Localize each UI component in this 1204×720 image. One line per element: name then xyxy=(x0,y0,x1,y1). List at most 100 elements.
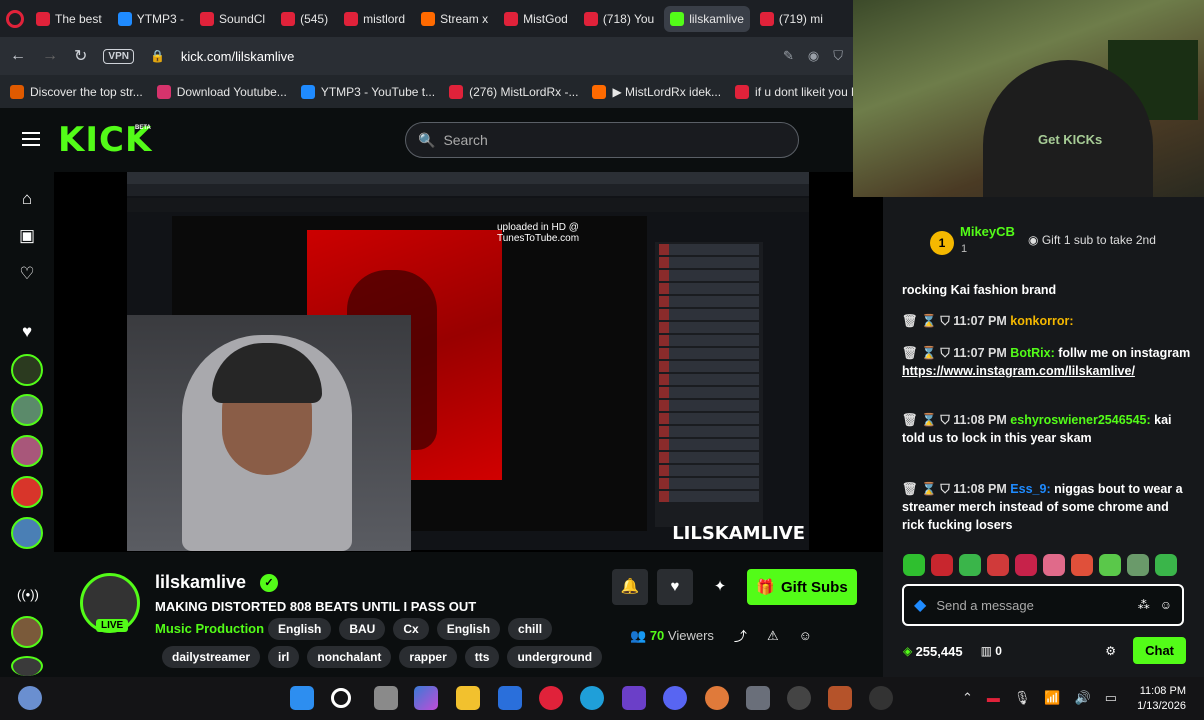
chevron-up-icon[interactable]: ⌃ xyxy=(962,690,973,706)
discord-icon[interactable] xyxy=(663,686,687,710)
tag-chip[interactable]: irl xyxy=(268,646,300,668)
tag-chip[interactable]: dailystreamer xyxy=(162,646,261,668)
followed-channel-avatar[interactable] xyxy=(11,517,43,549)
tag-chip[interactable]: Cx xyxy=(393,618,429,640)
followed-channel-avatar[interactable] xyxy=(11,476,43,508)
media-player-icon[interactable] xyxy=(869,686,893,710)
profile-icon[interactable]: ☺ xyxy=(799,628,812,643)
ban-icon[interactable]: ⛉ xyxy=(940,482,949,496)
browser-tab[interactable]: MistGod xyxy=(498,6,574,32)
notification-bell-button[interactable]: 🔔 xyxy=(612,569,648,605)
opera-logo-icon[interactable] xyxy=(6,9,24,28)
message-username[interactable]: BotRix: xyxy=(1010,346,1054,360)
gift-subs-button[interactable]: 🎁 Gift Subs xyxy=(747,569,857,605)
browser-tab[interactable]: Stream x xyxy=(415,6,494,32)
tray-app-icon[interactable]: ▬ xyxy=(987,690,1000,706)
back-icon[interactable]: ← xyxy=(10,47,26,65)
browser-tab[interactable]: (719) mi xyxy=(754,6,829,32)
live-broadcast-icon[interactable]: ((•)) xyxy=(17,585,39,605)
bookmark-item[interactable]: Discover the top str... xyxy=(10,84,143,99)
reload-icon[interactable]: ↻ xyxy=(74,46,87,66)
edit-icon[interactable]: ✎ xyxy=(783,48,794,64)
edge-icon[interactable] xyxy=(580,686,604,710)
timeout-icon[interactable]: ⌛ xyxy=(921,413,937,427)
emote-icon[interactable] xyxy=(987,554,1009,576)
emote-icon[interactable] xyxy=(1015,554,1037,576)
start-icon[interactable] xyxy=(290,686,314,710)
message-username[interactable]: Ess_9: xyxy=(1010,482,1050,496)
tag-chip[interactable]: chill xyxy=(508,618,553,640)
emote-icon[interactable] xyxy=(1071,554,1093,576)
bookmark-item[interactable]: YTMP3 - YouTube t... xyxy=(300,84,435,99)
search-taskbar-icon[interactable] xyxy=(331,688,351,708)
tag-chip[interactable]: BAU xyxy=(339,618,386,640)
bookmark-item[interactable]: if u dont likeit you b... xyxy=(735,84,868,99)
kick-emote-icon[interactable]: ⁂ xyxy=(1138,598,1150,612)
browser-tab[interactable]: (718) You xyxy=(578,6,660,32)
speaker-icon[interactable]: 🔊 xyxy=(1075,690,1091,706)
browser-tab[interactable]: YTMP3 - xyxy=(112,6,190,32)
file-explorer-icon[interactable] xyxy=(456,686,480,710)
following-heart-icon[interactable]: ♡ xyxy=(17,264,37,284)
video-player[interactable]: uploaded in HD @ TunesToTube.com LILSKAM… xyxy=(54,172,883,552)
chat-input[interactable]: ◆ ⁂ ☺ xyxy=(902,584,1184,626)
gifter-name[interactable]: MikeyCB xyxy=(960,224,1015,239)
drops-count[interactable]: 0 xyxy=(995,644,1002,658)
recommended-channel-avatar[interactable] xyxy=(11,616,43,648)
chat-send-button[interactable]: Chat xyxy=(1133,637,1186,664)
emoji-icon[interactable]: ☺ xyxy=(1160,598,1172,612)
follow-heart-button[interactable]: ♥ xyxy=(657,569,693,605)
delete-icon[interactable]: 🗑 xyxy=(902,314,918,328)
followed-channel-avatar[interactable] xyxy=(11,394,43,426)
battery-icon[interactable]: ▭ xyxy=(1105,690,1117,706)
forward-icon[interactable]: → xyxy=(42,47,58,65)
clock[interactable]: 11:08 PM 1/13/2026 xyxy=(1137,684,1186,714)
app-icon[interactable] xyxy=(828,686,852,710)
delete-icon[interactable]: 🗑 xyxy=(902,413,918,427)
microphone-icon[interactable]: 🎙 xyxy=(1014,690,1031,706)
bookmark-item[interactable]: Download Youtube... xyxy=(156,84,287,99)
timeout-icon[interactable]: ⌛ xyxy=(921,314,937,328)
message-link[interactable]: https://www.instagram.com/lilskamlive/ xyxy=(902,364,1135,378)
task-view-icon[interactable] xyxy=(374,686,398,710)
tag-chip[interactable]: English xyxy=(268,618,332,640)
emote-icon[interactable] xyxy=(1043,554,1065,576)
tag-chip[interactable]: underground xyxy=(507,646,603,668)
browser-tab[interactable]: SoundCl xyxy=(194,6,271,32)
search-input[interactable]: 🔍 Search xyxy=(405,122,799,158)
ban-icon[interactable]: ⛉ xyxy=(940,346,949,360)
opera-taskbar-icon[interactable] xyxy=(539,686,563,710)
category-link[interactable]: Music Production xyxy=(155,621,264,636)
browser-tab[interactable]: The best xyxy=(30,6,108,32)
emote-icon[interactable] xyxy=(1127,554,1149,576)
emote-icon[interactable] xyxy=(903,554,925,576)
app-icon[interactable] xyxy=(705,686,729,710)
ban-icon[interactable]: ⛉ xyxy=(940,314,949,328)
copilot-icon[interactable] xyxy=(414,686,438,710)
emote-icon[interactable] xyxy=(1155,554,1177,576)
emote-icon[interactable] xyxy=(1099,554,1121,576)
report-icon[interactable]: ⚠ xyxy=(767,628,779,644)
followed-channel-avatar[interactable] xyxy=(11,354,43,386)
camera-icon[interactable]: ◉ xyxy=(808,48,819,64)
emote-icon[interactable] xyxy=(931,554,953,576)
delete-icon[interactable]: 🗑 xyxy=(902,346,918,360)
settings-icon[interactable]: ⚙ xyxy=(1105,644,1116,658)
message-username[interactable]: eshyroswiener2546545: xyxy=(1010,413,1150,427)
browser-tab[interactable]: lilskamlive xyxy=(664,5,750,32)
camera-app-icon[interactable] xyxy=(746,686,770,710)
browser-tab[interactable]: mistlord xyxy=(338,6,411,32)
message-username[interactable]: konkorror: xyxy=(1010,314,1073,328)
wifi-icon[interactable]: 📶 xyxy=(1044,690,1060,706)
delete-icon[interactable]: 🗑 xyxy=(902,482,918,496)
vpn-badge[interactable]: VPN xyxy=(103,48,134,64)
browse-icon[interactable]: ▣ xyxy=(17,226,37,246)
timeout-icon[interactable]: ⌛ xyxy=(921,346,937,360)
timeout-icon[interactable]: ⌛ xyxy=(921,482,937,496)
channel-name[interactable]: lilskamlive xyxy=(155,572,246,593)
bookmark-item[interactable]: ▶ MistLordRx idek... xyxy=(592,84,721,99)
tag-chip[interactable]: tts xyxy=(464,646,500,668)
menu-icon[interactable] xyxy=(22,132,40,146)
home-icon[interactable]: ⌂ xyxy=(17,189,37,209)
video-editor-icon[interactable] xyxy=(622,686,646,710)
